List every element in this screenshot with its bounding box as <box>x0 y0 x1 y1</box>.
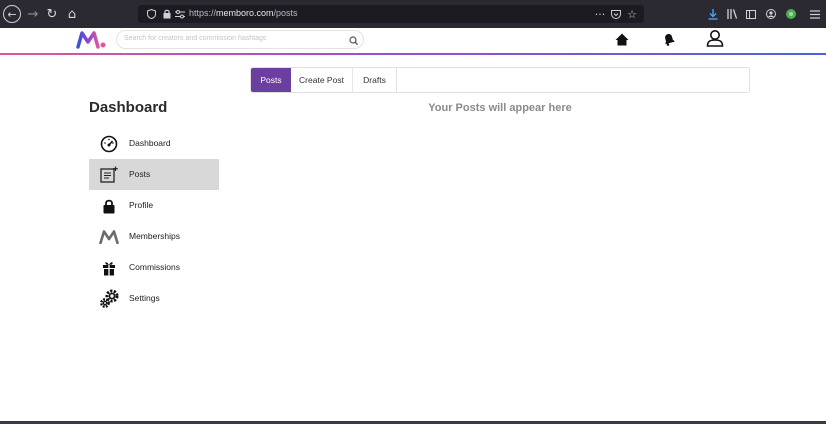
reload-icon[interactable]: ↻ <box>43 5 61 23</box>
sidebar-item-label: Dashboard <box>129 138 171 148</box>
home-icon[interactable] <box>615 33 629 51</box>
dashboard-title: Dashboard <box>89 99 168 116</box>
url-text[interactable]: https://memboro.com/posts <box>189 8 298 18</box>
user-icon[interactable] <box>706 29 724 52</box>
memboro-logo[interactable] <box>76 30 106 50</box>
menu-icon[interactable] <box>809 7 821 21</box>
sidebar-item-profile[interactable]: Profile <box>89 190 219 221</box>
tab-create-post[interactable]: Create Post <box>291 68 353 92</box>
sidebar-icon[interactable] <box>745 7 757 21</box>
tab-drafts[interactable]: Drafts <box>353 68 397 92</box>
gift-icon <box>99 258 119 278</box>
download-icon[interactable] <box>707 7 719 21</box>
speedometer-icon <box>99 134 119 154</box>
sidebar-item-label: Posts <box>129 169 151 179</box>
sidebar-item-settings[interactable]: Settings <box>89 283 219 314</box>
bookmark-star-icon[interactable]: ☆ <box>626 6 638 22</box>
pocket-icon[interactable] <box>610 6 622 22</box>
memberships-icon <box>99 227 119 247</box>
lock-icon <box>99 196 119 216</box>
tab-posts[interactable]: Posts <box>251 68 291 92</box>
lock-icon[interactable] <box>162 6 172 22</box>
sidebar-item-label: Profile <box>129 200 154 210</box>
sidebar-item-commissions[interactable]: Commissions <box>89 252 219 283</box>
gears-icon <box>99 289 119 309</box>
forward-icon[interactable]: → <box>24 5 42 23</box>
url-path: /posts <box>273 8 298 18</box>
account-icon[interactable] <box>765 7 777 21</box>
bell-icon[interactable] <box>662 32 676 51</box>
posts-icon <box>99 165 119 185</box>
url-prefix: https:// <box>189 8 217 18</box>
sidebar-item-posts[interactable]: Posts <box>89 159 219 190</box>
header-gradient-divider <box>0 53 826 55</box>
sidebar-item-memberships[interactable]: Memberships <box>89 221 219 252</box>
permissions-icon[interactable] <box>174 6 186 22</box>
sidebar-item-label: Memberships <box>129 231 181 241</box>
back-icon[interactable]: ← <box>3 5 21 23</box>
sidebar-item-dashboard[interactable]: Dashboard <box>89 128 219 159</box>
search-input[interactable]: Search for creators and commission hasht… <box>116 30 364 49</box>
extension-icon[interactable] <box>785 7 797 21</box>
empty-posts-message: Your Posts will appear here <box>428 102 572 114</box>
more-icon[interactable]: ··· <box>593 6 607 22</box>
search-placeholder: Search for creators and commission hasht… <box>124 35 267 42</box>
sidebar-item-label: Settings <box>129 293 160 303</box>
search-icon[interactable] <box>349 34 359 46</box>
posts-tabs: Posts Create Post Drafts <box>250 67 750 93</box>
library-icon[interactable] <box>726 7 738 21</box>
browser-home-icon[interactable]: ⌂ <box>63 5 81 23</box>
url-host: memboro.com <box>216 8 274 18</box>
shield-icon[interactable] <box>145 6 157 22</box>
url-bar[interactable]: https://memboro.com/posts ··· ☆ <box>138 5 644 23</box>
sidebar-item-label: Commissions <box>129 262 181 272</box>
